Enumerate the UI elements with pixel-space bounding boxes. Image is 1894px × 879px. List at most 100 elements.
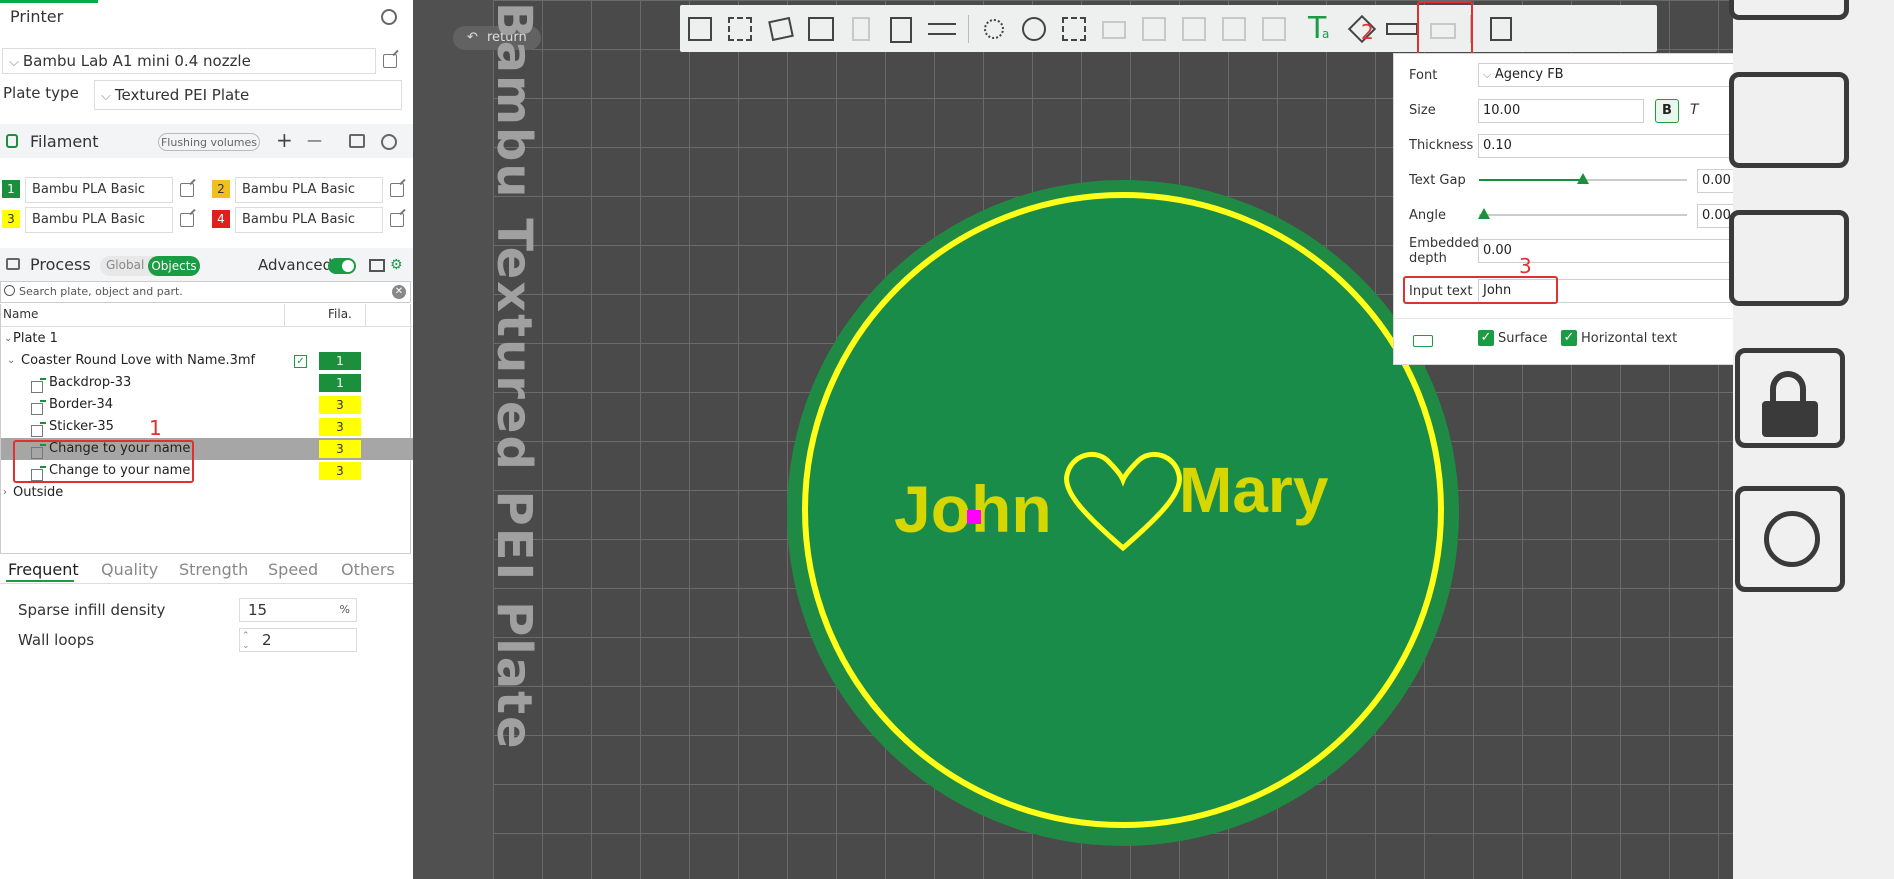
- wall-loops-stepper[interactable]: ⌃ ⌄ 2: [239, 628, 357, 652]
- close-icon[interactable]: [1729, 0, 1849, 20]
- global-option[interactable]: Global: [106, 258, 144, 272]
- part-filament-badge[interactable]: 3: [319, 462, 361, 480]
- move-icon[interactable]: [978, 13, 1012, 45]
- col-name[interactable]: Name: [3, 307, 38, 321]
- part-filament-badge[interactable]: 3: [319, 440, 361, 458]
- filament-sync-icon[interactable]: [349, 134, 365, 148]
- embedded-depth-input[interactable]: 0.00: [1478, 239, 1734, 263]
- remove-filament-button[interactable]: —: [307, 131, 322, 149]
- expand-chevron-icon[interactable]: ›: [3, 482, 7, 504]
- support-paint-icon[interactable]: [1218, 13, 1252, 45]
- horizontal-text-checkbox[interactable]: ✓: [1561, 330, 1577, 346]
- bold-button[interactable]: B: [1655, 99, 1679, 123]
- rotate-icon[interactable]: [1018, 13, 1052, 45]
- infill-input[interactable]: 15 %: [239, 598, 357, 622]
- search-input[interactable]: Search plate, object and part.: [19, 285, 183, 298]
- cut-icon[interactable]: [1138, 13, 1172, 45]
- edit-printer-icon[interactable]: [383, 54, 397, 68]
- filament-color-badge[interactable]: 3: [2, 210, 20, 228]
- name-text-right[interactable]: Mary: [1179, 454, 1329, 526]
- filament-settings-gear-icon[interactable]: [381, 134, 397, 150]
- lay-on-face-icon[interactable]: [1098, 13, 1132, 45]
- filament-select[interactable]: Bambu PLA Basic: [25, 207, 173, 233]
- tab-frequent[interactable]: Frequent: [8, 560, 79, 579]
- explode-view-icon[interactable]: [1486, 13, 1520, 45]
- layers-icon[interactable]: [926, 13, 960, 45]
- seam-paint-icon[interactable]: [1258, 13, 1292, 45]
- tree-row-object[interactable]: ⌄ Coaster Round Love with Name.3mf ✓ 1: [1, 350, 413, 372]
- tree-row-outside[interactable]: › Outside: [1, 482, 413, 504]
- slider-thumb[interactable]: [1478, 208, 1490, 219]
- col-fila[interactable]: Fila.: [328, 307, 352, 321]
- text-gap-input[interactable]: 0.00: [1697, 169, 1734, 193]
- coaster-model[interactable]: John Mary: [773, 180, 1473, 850]
- filament-select[interactable]: Bambu PLA Basic: [235, 177, 383, 203]
- tree-row-part[interactable]: Backdrop-33 1: [1, 372, 413, 394]
- hex-nut-icon[interactable]: [1735, 486, 1845, 592]
- filament-color-badge[interactable]: 4: [212, 210, 230, 228]
- keyboard-icon[interactable]: [1413, 335, 1433, 347]
- name-text-left[interactable]: John: [894, 472, 1052, 546]
- object-visible-checkbox[interactable]: ✓: [294, 355, 307, 368]
- expand-chevron-icon[interactable]: ⌄: [4, 328, 12, 350]
- plate-type-select[interactable]: ⌵ Textured PEI Plate: [94, 80, 402, 110]
- part-filament-badge[interactable]: 3: [319, 418, 361, 436]
- italic-button[interactable]: T: [1690, 102, 1699, 118]
- split-objects-icon[interactable]: [846, 13, 880, 45]
- filament-select[interactable]: Bambu PLA Basic: [235, 207, 383, 233]
- add-plate-icon[interactable]: [726, 13, 760, 45]
- surface-checkbox[interactable]: ✓: [1478, 330, 1494, 346]
- process-scope-toggle[interactable]: Global Objects: [100, 256, 200, 276]
- advanced-toggle[interactable]: [328, 258, 356, 274]
- tab-speed[interactable]: Speed: [268, 560, 318, 579]
- tree-row-plate[interactable]: ⌄ Plate 1: [1, 328, 413, 350]
- filament-color-badge[interactable]: 2: [212, 180, 230, 198]
- text-tool-icon[interactable]: T a: [1302, 11, 1336, 46]
- arrange-large-icon[interactable]: [1729, 210, 1849, 306]
- flushing-volumes-button[interactable]: Flushing volumes: [158, 133, 260, 151]
- measure-icon[interactable]: [1386, 13, 1420, 45]
- thickness-input[interactable]: 0.10: [1478, 134, 1734, 158]
- text-gap-slider[interactable]: [1479, 173, 1687, 184]
- plate-settings-icon[interactable]: [886, 13, 920, 45]
- auto-orient-icon[interactable]: [766, 13, 800, 45]
- stepper-down-icon[interactable]: ⌄: [242, 635, 250, 651]
- process-list-icon[interactable]: [369, 259, 385, 272]
- part-filament-badge[interactable]: 3: [319, 396, 361, 414]
- add-object-icon[interactable]: [686, 13, 720, 45]
- advanced-label: Advanced: [258, 256, 333, 274]
- slider-thumb[interactable]: [1577, 173, 1589, 184]
- expand-chevron-icon[interactable]: ⌄: [7, 350, 15, 372]
- tab-strength[interactable]: Strength: [179, 560, 248, 579]
- boolean-icon[interactable]: [1178, 13, 1212, 45]
- clear-search-icon[interactable]: ✕: [392, 285, 406, 299]
- process-compare-icon[interactable]: ⚙: [390, 257, 403, 273]
- scale-icon[interactable]: [1058, 13, 1092, 45]
- arrange-icon[interactable]: [806, 13, 840, 45]
- font-select[interactable]: ⌵ Agency FB: [1478, 63, 1734, 87]
- tab-others[interactable]: Others: [341, 560, 395, 579]
- printer-model-select[interactable]: ⌵ Bambu Lab A1 mini 0.4 nozzle: [2, 48, 376, 74]
- tree-row-part[interactable]: Border-34 3: [1, 394, 413, 416]
- 3d-viewport[interactable]: ↶ return Bambu Textured PEI Plate John M…: [413, 0, 1894, 879]
- infill-unit: %: [339, 603, 350, 616]
- printer-settings-gear-icon[interactable]: [381, 9, 397, 25]
- tab-quality[interactable]: Quality: [101, 560, 158, 579]
- lock-icon[interactable]: [1735, 348, 1845, 448]
- size-input[interactable]: 10.00: [1478, 99, 1644, 123]
- search-box[interactable]: Search plate, object and part. ✕: [0, 281, 411, 303]
- angle-slider[interactable]: [1478, 208, 1687, 219]
- objects-option[interactable]: Objects: [148, 256, 200, 276]
- edit-filament-icon[interactable]: [390, 183, 404, 197]
- object-filament-badge[interactable]: 1: [319, 352, 361, 370]
- selection-handle[interactable]: [967, 510, 981, 524]
- add-filament-button[interactable]: +: [276, 128, 293, 152]
- tree-row-part[interactable]: Sticker-35 3: [1, 416, 413, 438]
- auto-orient-large-icon[interactable]: [1729, 72, 1849, 168]
- edit-filament-icon[interactable]: [180, 183, 194, 197]
- filament-color-badge[interactable]: 1: [2, 180, 20, 198]
- part-filament-badge[interactable]: 1: [319, 374, 361, 392]
- filament-select[interactable]: Bambu PLA Basic: [25, 177, 173, 203]
- edit-filament-icon[interactable]: [390, 213, 404, 227]
- edit-filament-icon[interactable]: [180, 213, 194, 227]
